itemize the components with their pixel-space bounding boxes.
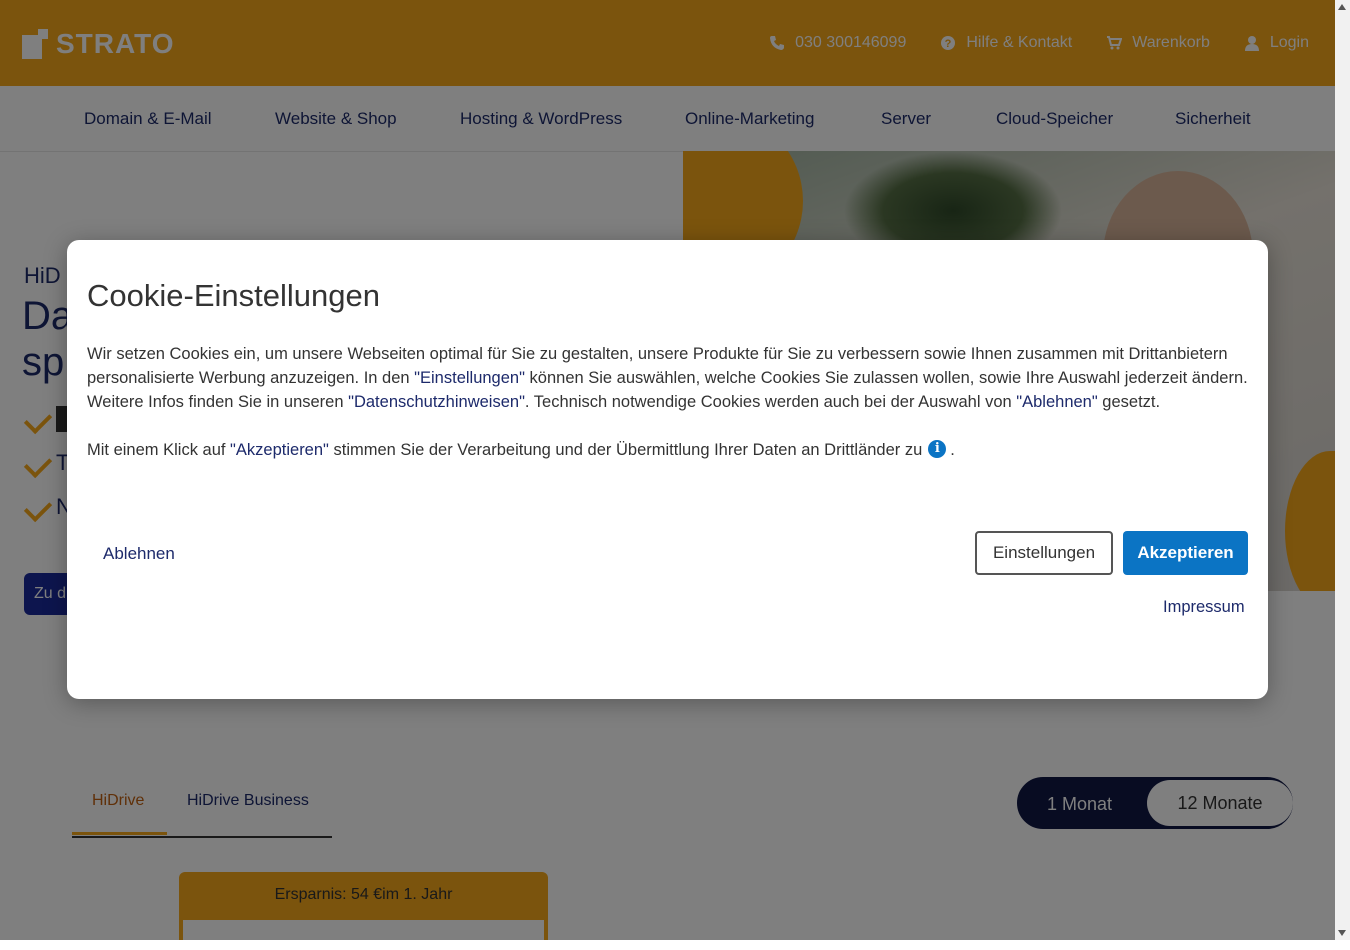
accept-link[interactable]: "Akzeptieren" [230,441,329,459]
dialog-title: Cookie-Einstellungen [87,278,380,313]
scroll-up-arrow-icon[interactable] [1338,4,1346,10]
reject-link[interactable]: "Ablehnen" [1016,393,1097,411]
cookie-paragraph-2: Mit einem Klick auf "Akzeptieren" stimme… [87,438,1257,462]
text-segment: . Technisch notwendige Cookies werden au… [524,393,1017,411]
text-segment: stimmen Sie der Verarbeitung und der Übe… [328,441,923,459]
text-segment: gesetzt. [1097,393,1161,411]
privacy-link[interactable]: "Datenschutzhinweisen" [348,393,525,411]
cookie-paragraph-1: Wir setzen Cookies ein, um unsere Websei… [87,342,1257,414]
settings-button[interactable]: Einstellungen [975,531,1113,575]
info-icon[interactable]: i [928,439,947,458]
accept-button[interactable]: Akzeptieren [1123,531,1248,575]
text-segment: . [950,441,955,459]
reject-button[interactable]: Ablehnen [103,544,175,564]
impressum-link[interactable]: Impressum [1163,598,1245,617]
scroll-down-arrow-icon[interactable] [1338,930,1346,936]
settings-link[interactable]: "Einstellungen" [414,369,525,387]
dialog-body: Wir setzen Cookies ein, um unsere Websei… [87,342,1257,462]
text-segment: Mit einem Klick auf [87,441,231,459]
cookie-settings-dialog: Cookie-Einstellungen Wir setzen Cookies … [67,240,1268,699]
vertical-scrollbar[interactable] [1335,0,1350,940]
